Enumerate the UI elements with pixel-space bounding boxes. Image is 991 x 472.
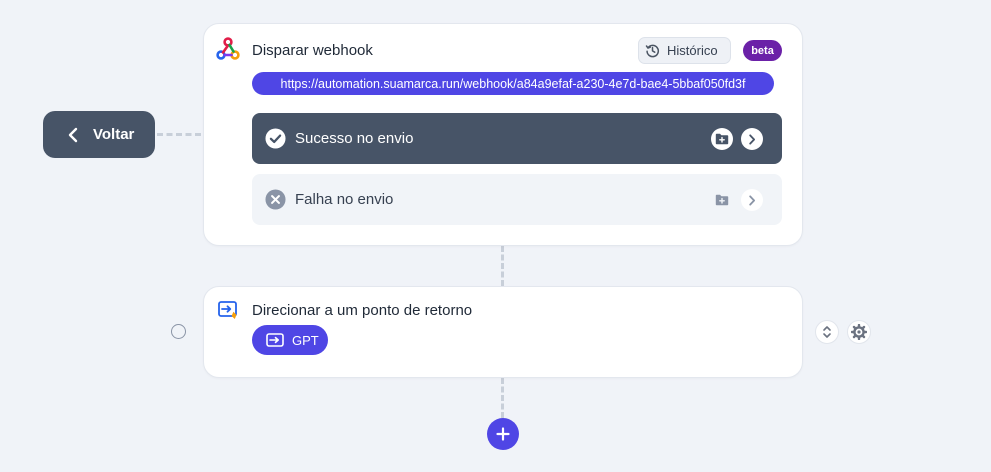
sort-icon: [823, 326, 831, 338]
select-radio[interactable]: [171, 324, 186, 339]
webhook-icon: [216, 37, 240, 60]
connector-back: [157, 133, 201, 136]
gear-icon: [851, 324, 867, 340]
gpt-button[interactable]: GPT: [252, 325, 328, 355]
plus-icon: [496, 427, 510, 441]
chevron-left-icon: [68, 127, 78, 142]
history-button[interactable]: Histórico: [638, 37, 731, 64]
webhook-url[interactable]: https://automation.suamarca.run/webhook/…: [252, 72, 774, 95]
success-open-button[interactable]: [741, 128, 763, 150]
back-label: Voltar: [93, 126, 135, 143]
success-label: Sucesso no envio: [295, 130, 414, 147]
folder-add-icon: [715, 194, 729, 206]
history-icon: [645, 44, 660, 58]
redirect-title: Direcionar a um ponto de retorno: [252, 302, 473, 319]
add-step-button[interactable]: [487, 418, 519, 450]
back-button[interactable]: Voltar: [43, 111, 155, 158]
settings-button[interactable]: [847, 320, 871, 344]
connector-webhook-redirect: [501, 246, 504, 286]
chevron-right-icon: [749, 133, 756, 145]
gpt-label: GPT: [292, 332, 319, 348]
fail-label: Falha no envio: [295, 191, 394, 208]
check-circle-icon: [265, 128, 286, 149]
history-label: Histórico: [667, 43, 718, 58]
success-add-folder-button[interactable]: [711, 128, 733, 150]
x-circle-icon: [265, 189, 286, 210]
fail-open-button[interactable]: [741, 189, 763, 211]
redirect-icon: [218, 301, 237, 319]
success-branch[interactable]: Sucesso no envio: [252, 113, 782, 164]
fail-branch[interactable]: Falha no envio: [252, 174, 782, 225]
enter-icon: [266, 333, 284, 347]
beta-badge: beta: [743, 40, 782, 61]
reorder-button[interactable]: [815, 320, 839, 344]
connector-redirect-add: [501, 378, 504, 418]
webhook-title: Disparar webhook: [252, 42, 373, 59]
chevron-right-icon: [749, 194, 756, 206]
fail-add-folder-button[interactable]: [711, 189, 733, 211]
folder-add-icon: [715, 133, 729, 145]
